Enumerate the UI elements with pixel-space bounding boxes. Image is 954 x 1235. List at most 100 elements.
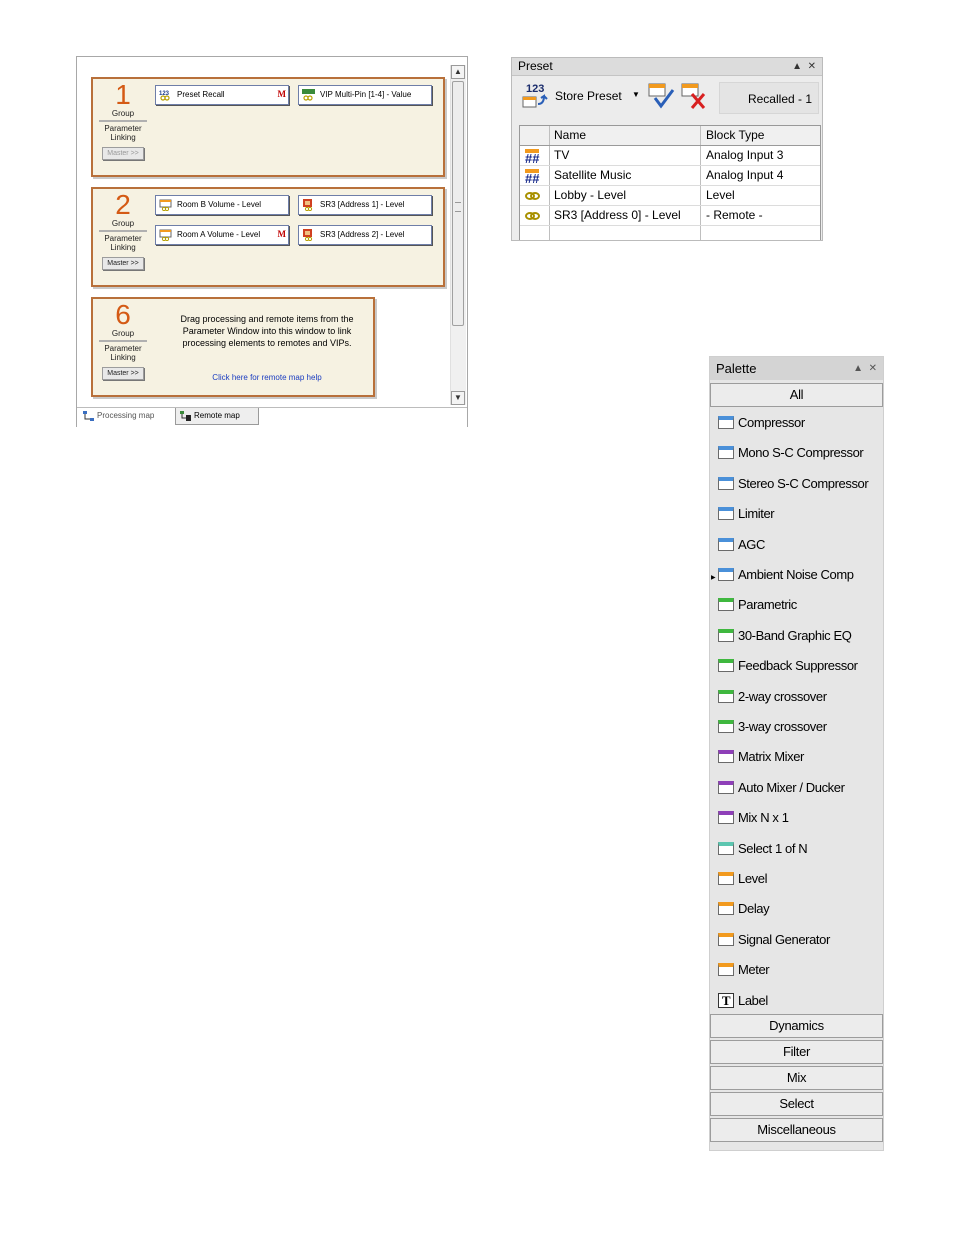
link-item-label: SR3 [Address 1] - Level bbox=[320, 200, 405, 209]
close-icon[interactable]: ✕ bbox=[808, 61, 816, 72]
table-row[interactable]: SR3 [Address 0] - Level - Remote - bbox=[520, 206, 820, 226]
table-row[interactable]: ## TV Analog Input 3 bbox=[520, 146, 820, 166]
link-item-sr3-address-2[interactable]: SR3 [Address 2] - Level bbox=[298, 225, 432, 245]
close-icon[interactable]: ✕ bbox=[869, 363, 877, 374]
block-icon bbox=[718, 811, 734, 825]
level-block-icon bbox=[159, 199, 172, 211]
palette-item-stereo-sc-compressor[interactable]: Stereo S-C Compressor bbox=[718, 474, 869, 494]
palette-item-2-way-crossover[interactable]: 2-way crossover bbox=[718, 687, 827, 707]
palette-item-ambient-noise-comp[interactable]: Ambient Noise Comp bbox=[718, 565, 854, 585]
link-item-label: Room B Volume - Level bbox=[177, 200, 262, 209]
block-icon bbox=[718, 537, 734, 551]
link-group-1[interactable]: 1 Group Parameter Linking Master >> 123 … bbox=[91, 77, 445, 177]
store-preset-button[interactable]: Store Preset bbox=[555, 89, 622, 103]
remote-map-help-link[interactable]: Click here for remote map help bbox=[175, 373, 359, 382]
category-dynamics[interactable]: Dynamics bbox=[710, 1014, 883, 1038]
palette-item-text: Delay bbox=[738, 901, 770, 917]
row-block-type: Level bbox=[700, 186, 735, 205]
block-icon bbox=[718, 902, 734, 916]
palette-item-select-1-of-n[interactable]: Select 1 of N bbox=[718, 839, 808, 859]
delete-preset-icon[interactable] bbox=[680, 82, 708, 110]
palette-item-level[interactable]: Level bbox=[718, 869, 767, 889]
master-marker: M bbox=[277, 89, 287, 99]
remote-icon bbox=[303, 199, 313, 211]
group-number: 6 bbox=[115, 299, 131, 330]
pin-icon[interactable]: ▲ bbox=[853, 363, 863, 374]
link-item-sr3-address-1[interactable]: SR3 [Address 1] - Level bbox=[298, 195, 432, 215]
row-block-type: Analog Input 4 bbox=[700, 166, 783, 185]
palette-item-agc[interactable]: AGC bbox=[718, 535, 765, 555]
store-preset-icon[interactable]: 123 bbox=[522, 82, 552, 110]
apply-preset-icon[interactable] bbox=[647, 82, 675, 110]
row-block-type: - Remote - bbox=[700, 206, 763, 225]
palette-item-label[interactable]: T Label bbox=[718, 991, 768, 1011]
palette-item-mono-sc-compressor[interactable]: Mono S-C Compressor bbox=[718, 443, 864, 463]
master-marker: M bbox=[277, 229, 287, 239]
master-button[interactable]: Master >> bbox=[102, 147, 144, 160]
palette-item-30-band-graphic-eq[interactable]: 30-Band Graphic EQ bbox=[718, 626, 852, 646]
category-filter[interactable]: Filter bbox=[710, 1040, 883, 1064]
palette-item-mix-n-x-1[interactable]: Mix N x 1 bbox=[718, 808, 789, 828]
category-select[interactable]: Select bbox=[710, 1092, 883, 1116]
palette-item-compressor[interactable]: Compressor bbox=[718, 413, 805, 433]
palette-item-text: Compressor bbox=[738, 415, 805, 430]
tab-processing-map[interactable]: Processing map bbox=[79, 408, 173, 425]
block-icon bbox=[718, 446, 734, 460]
svg-text:##: ## bbox=[525, 151, 540, 163]
category-mix[interactable]: Mix bbox=[710, 1066, 883, 1090]
pin-icon[interactable]: ▲ bbox=[792, 61, 802, 72]
vertical-scrollbar[interactable]: ▲ ▼ bbox=[450, 65, 466, 405]
block-icon bbox=[718, 872, 734, 886]
link-item-preset-recall[interactable]: 123 Preset Recall M bbox=[155, 85, 289, 105]
table-row[interactable]: Lobby - Level Level bbox=[520, 186, 820, 206]
category-miscellaneous[interactable]: Miscellaneous bbox=[710, 1118, 883, 1142]
palette-item-text: Meter bbox=[738, 962, 770, 978]
link-item-room-a-volume[interactable]: Room A Volume - Level M bbox=[155, 225, 289, 245]
palette-item-signal-generator[interactable]: Signal Generator bbox=[718, 930, 830, 950]
preset-123-icon: 123 bbox=[159, 91, 170, 101]
palette-item-meter[interactable]: Meter bbox=[718, 960, 770, 980]
link-item-label: Preset Recall bbox=[177, 90, 225, 99]
scroll-down-button[interactable]: ▼ bbox=[451, 391, 465, 405]
palette-item-feedback-suppressor[interactable]: Feedback Suppressor bbox=[718, 656, 858, 676]
link-group-6[interactable]: 6 Group Parameter Linking Master >> Drag… bbox=[91, 297, 375, 397]
text-label-icon: T bbox=[718, 993, 734, 1009]
scroll-up-button[interactable]: ▲ bbox=[451, 65, 465, 79]
group-label: Group bbox=[99, 329, 147, 342]
block-icon bbox=[718, 476, 734, 490]
palette-item-auto-mixer-ducker[interactable]: Auto Mixer / Ducker bbox=[718, 778, 845, 798]
link-item-vip-multi-pin[interactable]: VIP Multi-Pin [1-4] - Value bbox=[298, 85, 432, 105]
master-button[interactable]: Master >> bbox=[102, 257, 144, 270]
palette-item-text: Limiter bbox=[738, 506, 775, 522]
column-header-block-type[interactable]: Block Type bbox=[700, 126, 764, 145]
link-icon bbox=[525, 192, 540, 200]
tab-remote-map[interactable]: Remote map bbox=[175, 408, 259, 425]
row-name: SR3 [Address 0] - Level bbox=[554, 208, 681, 222]
column-header-name[interactable]: Name bbox=[554, 126, 586, 145]
block-icon bbox=[718, 568, 734, 582]
palette-item-3-way-crossover[interactable]: 3-way crossover bbox=[718, 717, 827, 737]
block-icon bbox=[718, 659, 734, 673]
link-group-2[interactable]: 2 Group Parameter Linking Master >> Room… bbox=[91, 187, 445, 287]
svg-text:123: 123 bbox=[526, 83, 544, 95]
recalled-status: Recalled - 1 bbox=[719, 82, 819, 114]
palette-item-delay[interactable]: Delay bbox=[718, 899, 770, 919]
scroll-thumb[interactable] bbox=[452, 81, 464, 326]
table-row[interactable]: ## Satellite Music Analog Input 4 bbox=[520, 166, 820, 186]
palette-item-limiter[interactable]: Limiter bbox=[718, 504, 775, 524]
grip-icon bbox=[455, 202, 461, 212]
palette-item-parametric[interactable]: Parametric bbox=[718, 595, 797, 615]
preset-header: Preset ▲ ✕ bbox=[512, 58, 822, 76]
processing-map-canvas: 1 Group Parameter Linking Master >> 123 … bbox=[77, 57, 449, 405]
block-icon bbox=[718, 750, 734, 764]
category-all[interactable]: All bbox=[710, 383, 883, 407]
chevron-down-icon[interactable]: ▼ bbox=[632, 90, 640, 99]
processing-map-panel: 1 Group Parameter Linking Master >> 123 … bbox=[76, 56, 468, 427]
link-item-room-b-volume[interactable]: Room B Volume - Level bbox=[155, 195, 289, 215]
block-icon bbox=[718, 780, 734, 794]
master-button[interactable]: Master >> bbox=[102, 367, 144, 380]
block-icon bbox=[718, 720, 734, 734]
link-icon bbox=[525, 212, 540, 220]
palette-item-text: Mono S-C Compressor bbox=[738, 445, 864, 461]
palette-item-matrix-mixer[interactable]: Matrix Mixer bbox=[718, 747, 804, 767]
